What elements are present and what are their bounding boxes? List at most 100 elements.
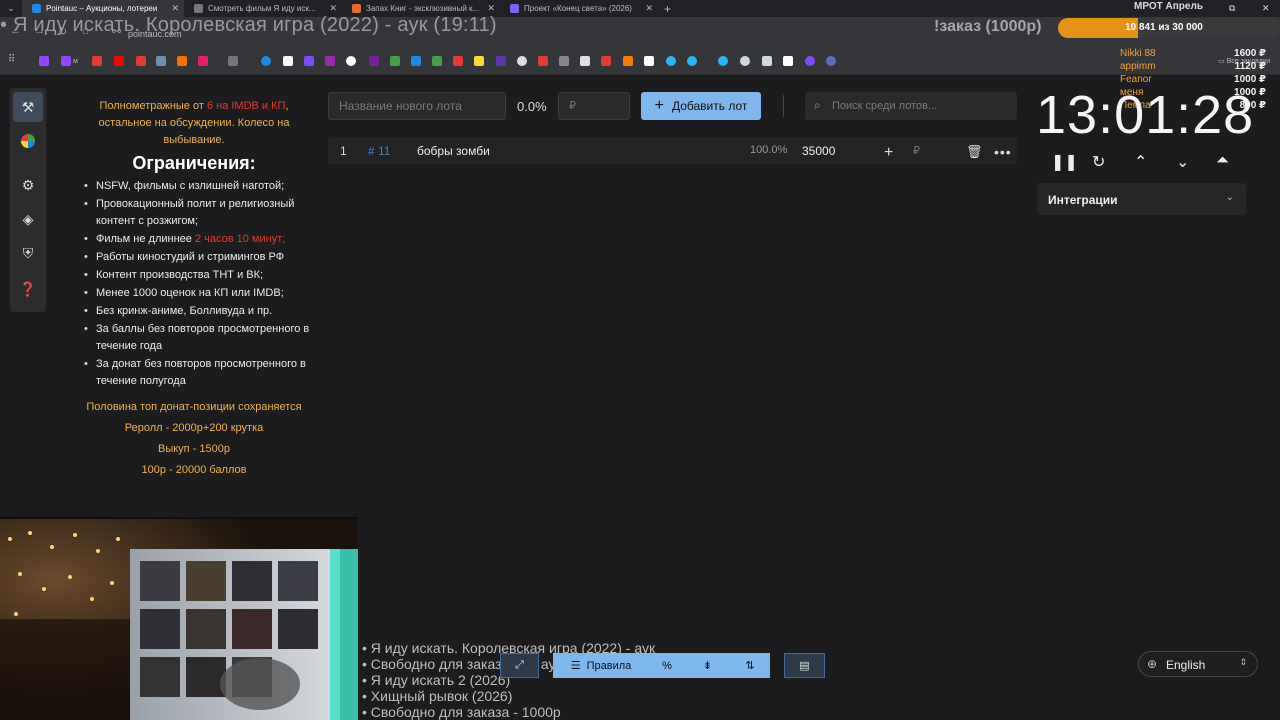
list-item: Работы киностудий и стримингов РФ xyxy=(84,249,310,266)
language-select[interactable]: ⊕ English ⇕ xyxy=(1138,651,1258,677)
bookmark-icon[interactable] xyxy=(580,56,590,66)
bookmark-icon[interactable] xyxy=(411,56,421,66)
wheel-icon xyxy=(21,134,35,148)
bookmark-icon[interactable] xyxy=(474,56,484,66)
add-amount-icon[interactable]: + xyxy=(884,144,893,162)
donor-amount: 1600 ₽ xyxy=(1234,48,1266,59)
bookmark-icon[interactable] xyxy=(156,56,166,66)
tab-title: Смотреть фильм Я иду иск... xyxy=(208,4,316,13)
help-icon: ❓ xyxy=(19,280,37,297)
sort-button[interactable]: ⇅ xyxy=(730,653,770,678)
bookmark-icon[interactable] xyxy=(198,56,208,66)
list-item: Менее 1000 оценок на КП или IMDB; xyxy=(84,285,310,302)
rules-button[interactable]: ☰ Правила xyxy=(553,653,649,678)
clear-lots-button[interactable]: ▤ xyxy=(784,653,825,678)
bookmark-icon[interactable] xyxy=(261,56,271,66)
restore-window-icon[interactable]: ⧉ xyxy=(1229,3,1235,14)
bookmark-icon[interactable] xyxy=(304,56,314,66)
bookmark-icon[interactable] xyxy=(228,56,238,66)
integrations-dropdown[interactable]: Интеграции ⌄ xyxy=(1037,183,1246,215)
apps-grid-icon[interactable]: ⠿ xyxy=(8,54,18,65)
browser-tab[interactable]: Проект «Конец света» (2026) ✕ xyxy=(500,0,658,17)
bookmark-icon[interactable] xyxy=(623,56,633,66)
rules-intro-rating: 6 на IMDB и КП xyxy=(206,100,286,112)
duration-limit: 2 часов 10 минут; xyxy=(194,233,286,245)
bookmark-label: м xyxy=(73,58,78,65)
search-icon: ⌕ xyxy=(814,98,821,112)
bookmark-icon[interactable] xyxy=(92,56,102,66)
sidebar-item-wheel[interactable] xyxy=(13,126,43,156)
bookmark-icon[interactable] xyxy=(805,56,815,66)
pause-icon[interactable]: ❚❚ xyxy=(1051,152,1078,172)
list-item: Без кринж-аниме, Болливуда и пр. xyxy=(84,303,310,320)
sidebar-item-layers[interactable]: ◈ xyxy=(13,204,43,234)
rules-note: 100р - 20000 баллов xyxy=(141,464,247,476)
add-lot-button[interactable]: + Добавить лот xyxy=(641,92,761,120)
bookmark-icon[interactable] xyxy=(177,56,187,66)
bookmark-icon[interactable] xyxy=(325,56,335,66)
percent-button[interactable]: % xyxy=(649,653,685,678)
split-button[interactable]: ⇟ xyxy=(685,653,730,678)
bookmark-icon[interactable] xyxy=(826,56,836,66)
bookmark-icon[interactable] xyxy=(783,56,793,66)
close-icon[interactable]: ✕ xyxy=(645,3,653,14)
sidebar-item-security[interactable]: ⛨ xyxy=(13,238,43,268)
reset-icon[interactable]: ↻ xyxy=(1092,152,1105,172)
bookmark-icon[interactable] xyxy=(136,56,146,66)
bookmark-icon[interactable] xyxy=(390,56,400,66)
bookmark-icon[interactable] xyxy=(517,56,527,66)
sidebar-item-help[interactable]: ❓ xyxy=(13,274,43,304)
chevron-up-icon[interactable]: ⌃ xyxy=(1134,152,1147,172)
bookmark-icon[interactable] xyxy=(687,56,697,66)
rules-note: Реролл - 2000р+200 крутка xyxy=(124,422,264,434)
close-icon[interactable]: ✕ xyxy=(171,3,179,14)
lot-amount[interactable]: 35000 xyxy=(802,144,835,158)
chevron-down-icon[interactable]: ⌄ xyxy=(1176,152,1189,172)
lot-search-input[interactable] xyxy=(832,92,1012,120)
fullscreen-button[interactable]: ⤢ xyxy=(500,653,539,678)
lot-currency[interactable]: ₽ xyxy=(913,144,920,157)
bookmark-icon[interactable] xyxy=(644,56,654,66)
lot-name[interactable]: бобры зомби xyxy=(417,144,490,158)
bookmark-icon[interactable] xyxy=(346,56,356,66)
percent-icon: % xyxy=(662,659,672,672)
bookmark-icon[interactable] xyxy=(601,56,611,66)
new-tab-icon[interactable]: + xyxy=(664,2,671,16)
trash-icon[interactable]: 🗑 xyxy=(966,144,983,160)
sidebar-item-settings[interactable]: ⚙ xyxy=(13,170,43,200)
bookmark-icon[interactable] xyxy=(762,56,772,66)
bookmark-icon[interactable] xyxy=(496,56,506,66)
bookmark-icon[interactable] xyxy=(61,56,71,66)
bookmark-icon[interactable] xyxy=(559,56,569,66)
split-icon: ⇟ xyxy=(702,660,713,672)
auction-timer: 13:01:28 xyxy=(1036,85,1255,145)
bookmarks-bar: ⠿ м xyxy=(0,47,1280,75)
bookmark-icon[interactable] xyxy=(369,56,379,66)
new-lot-name-input[interactable] xyxy=(328,92,506,120)
stream-queue-overlay: • Я иду искать. Королевская игра (2022) … xyxy=(362,640,655,720)
double-chevron-up-icon[interactable]: ⏶ xyxy=(1216,152,1229,170)
close-icon[interactable]: ✕ xyxy=(329,3,337,14)
globe-icon: ⊕ xyxy=(1147,657,1158,671)
bookmark-icon[interactable] xyxy=(718,56,728,66)
bookmark-icon[interactable] xyxy=(39,56,49,66)
close-icon[interactable]: ✕ xyxy=(487,3,495,14)
more-options-icon[interactable]: ••• xyxy=(994,144,1012,160)
bookmark-icon[interactable] xyxy=(740,56,750,66)
close-window-icon[interactable]: ✕ xyxy=(1262,3,1270,14)
bookmark-icon[interactable] xyxy=(666,56,676,66)
tab-search-icon[interactable]: ⌄ xyxy=(0,3,22,14)
goal-progress-text: 10 841 из 30 000 xyxy=(1125,22,1203,33)
bookmark-icon[interactable] xyxy=(432,56,442,66)
gear-icon: ⚙ xyxy=(21,176,35,193)
rules-heading: Ограничения: xyxy=(132,153,256,173)
goal-title: МРОТ Апрель xyxy=(1134,1,1203,12)
bookmark-icon[interactable] xyxy=(538,56,548,66)
rules-panel: Полнометражные от 6 на IMDB и КП, осталь… xyxy=(78,98,310,479)
new-lot-price-input[interactable] xyxy=(558,92,630,120)
sidebar-item-auction[interactable]: ⚒ xyxy=(13,92,43,122)
bookmark-icon[interactable] xyxy=(114,56,124,66)
bookmark-icon[interactable] xyxy=(283,56,293,66)
bookmark-icon[interactable] xyxy=(453,56,463,66)
layers-icon: ◈ xyxy=(22,210,34,227)
